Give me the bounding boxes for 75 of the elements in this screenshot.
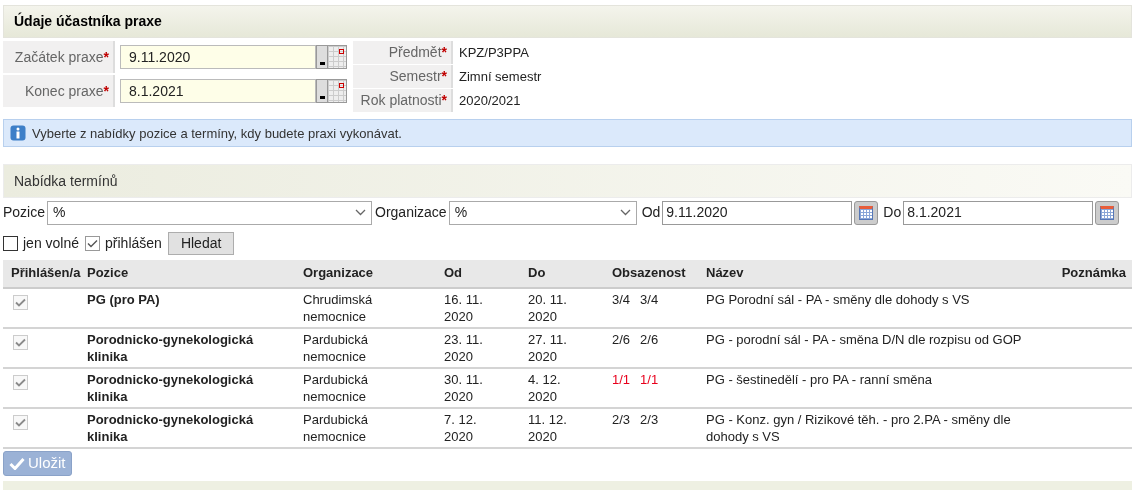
column-header[interactable]: Poznámka [1061,265,1126,281]
calendar-icon[interactable] [854,200,879,225]
table-cell-text: PG Porodní sál - PA - směny dle dohody s VS [706,290,971,308]
filter-label: Do [883,203,902,223]
table-cell-text: 23. 11. 2020 [444,330,484,365]
column-header[interactable]: Přihlášen/a [11,265,81,281]
field-label: Začátek praxe [14,47,104,67]
filter-label: Pozice [3,203,46,223]
section-header: Nabídka termínů [3,164,1132,198]
field-value: Zimní semestr [458,67,543,86]
occupancy-value: 2/3 [640,410,659,428]
table-cell-text: 27. 11. 2020 [528,330,568,365]
table-cell-text: 20. 11. 2020 [528,290,568,325]
field-value: 2020/2021 [458,91,522,110]
checkbox-label: jen volné [23,233,80,253]
required-mark: * [103,81,109,101]
table-cell-text: PG - porodní sál - PA - směna D/N dle rozpisu od GOP [706,330,1023,348]
table-cell-text: 30. 11. 2020 [444,370,484,405]
table-cell-text: PG - šestinedělí - pro PA - ranní směna [706,370,933,388]
required-mark: * [441,67,447,87]
column-header[interactable]: Do [528,265,546,281]
dropdown[interactable]: % [47,200,373,225]
column-header[interactable]: Od [444,265,463,281]
table-cell-text: Pardubická nemocnice [303,330,370,365]
occupancy-value: 1/1 [612,370,631,388]
required-mark: * [441,91,447,111]
date-picker-icon[interactable] [316,45,347,70]
table-cell-text: Pardubická nemocnice [303,370,370,405]
calendar-icon[interactable] [1095,200,1120,225]
table-cell-text: 16. 11. 2020 [444,290,484,325]
checkbox-label: přihlášen [105,233,162,253]
required-mark: * [103,47,109,67]
checkbox[interactable] [3,235,18,251]
field-value: KPZ/P3PPA [458,43,530,62]
occupancy-value: 1/1 [640,370,659,388]
date-picker-icon[interactable] [316,79,347,104]
table-cell-text: 7. 12. 2020 [444,410,478,445]
required-mark: * [441,43,447,63]
filter-label: Od [641,203,661,223]
info-text: Vyberte z nabídky pozice a termíny, kdy budete praxi vykonávat. [32,124,402,143]
check-icon [9,456,25,470]
field-label: Předmět [388,43,442,63]
filter-label: Organizace [375,203,447,223]
checkbox[interactable] [85,235,101,251]
table-cell-text: 11. 12. 2020 [528,410,568,445]
occupancy-value: 2/6 [640,330,659,348]
field-label: Semestr [389,67,442,87]
field-label: Konec praxe [24,81,104,101]
table-cell-text: Porodnicko-gynekologická klinika [87,370,255,405]
table-cell-text: Porodnicko-gynekologická klinika [87,410,255,445]
table-cell-text: Porodnicko-gynekologická klinika [87,330,255,365]
chevron-icon [619,209,631,217]
table-cell-text: PG - Konz. gyn / Rizikové těh. - pro 2.PA - směny dle dohody s VS [706,410,1012,445]
column-header[interactable]: Organizace [303,265,374,281]
table-cell-text: Chrudimská nemocnice [303,290,374,325]
dropdown[interactable]: % [448,200,637,225]
field-label: Rok platnosti [360,91,442,111]
occupancy-value: 2/3 [612,410,631,428]
section-header: Údaje účastníka praxe [3,5,1132,39]
date-field[interactable]: 9.11.2020 [662,200,853,225]
column-header[interactable]: Pozice [87,265,129,281]
table-cell-text: 4. 12. 2020 [528,370,562,405]
occupancy-value: 3/4 [640,290,659,308]
column-header[interactable]: Obsazenost [612,265,686,281]
date-field[interactable]: 9.11.2020 [120,45,316,70]
column-header[interactable]: Název [706,265,744,281]
info-icon [10,125,26,142]
date-field[interactable]: 8.1.2021 [903,200,1094,225]
table-cell-text: PG (pro PA) [87,290,161,308]
search-button[interactable]: Hledat [167,231,235,255]
chevron-icon [355,209,367,217]
occupancy-value: 2/6 [612,330,631,348]
date-field[interactable]: 8.1.2021 [120,79,316,104]
occupancy-value: 3/4 [612,290,631,308]
table-cell-text: Pardubická nemocnice [303,410,370,445]
